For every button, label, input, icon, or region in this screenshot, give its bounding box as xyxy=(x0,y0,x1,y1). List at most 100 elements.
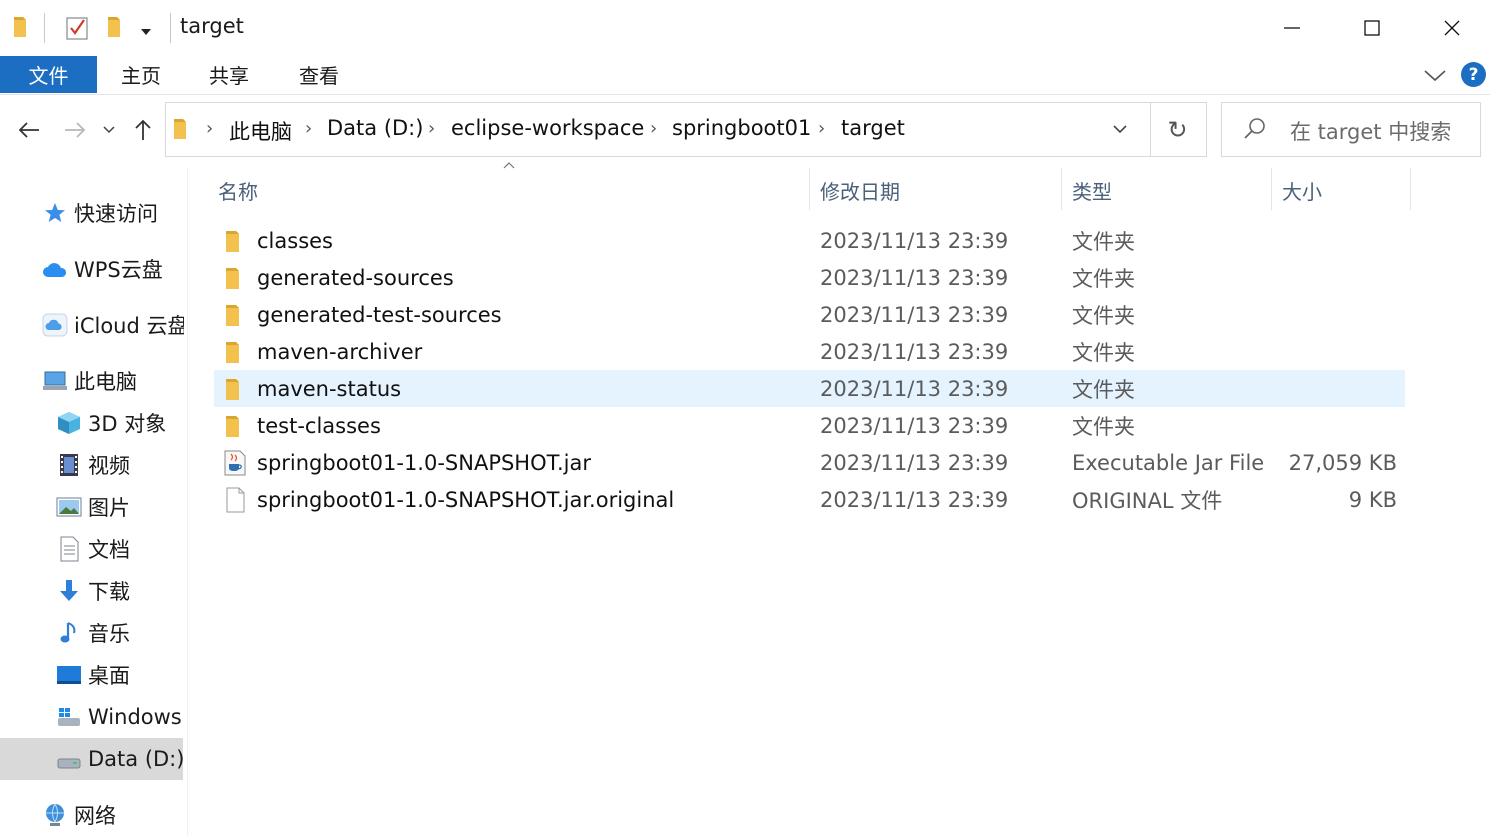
breadcrumb-data-drive[interactable]: Data (D:) xyxy=(327,116,423,140)
pane-divider[interactable] xyxy=(187,168,188,836)
file-row[interactable]: test-classes 2023/11/13 23:39 文件夹 xyxy=(214,407,1405,444)
film-icon xyxy=(60,454,78,476)
sidebar-item-label: Windows xyxy=(88,705,182,729)
column-header-type[interactable]: 类型 xyxy=(1072,170,1268,210)
close-icon xyxy=(1444,20,1460,36)
chevron-down-icon xyxy=(1113,125,1127,134)
sidebar-item-pictures[interactable]: 图片 xyxy=(56,487,130,527)
sidebar-item-label: iCloud 云盘 xyxy=(74,314,184,338)
maximize-button[interactable] xyxy=(1332,0,1412,56)
sidebar-item-label: 网络 xyxy=(74,804,116,828)
close-button[interactable] xyxy=(1412,0,1490,56)
file-type: ORIGINAL 文件 xyxy=(1072,488,1223,513)
sidebar-item-videos[interactable]: 视频 xyxy=(56,445,130,485)
column-divider[interactable] xyxy=(809,168,810,210)
breadcrumb-target[interactable]: target xyxy=(841,116,905,140)
folder-icon xyxy=(226,305,239,326)
breadcrumb-this-pc[interactable]: 此电脑 xyxy=(229,116,292,146)
column-divider[interactable] xyxy=(1271,168,1272,210)
file-size: 9 KB xyxy=(1348,487,1397,512)
sidebar-item-downloads[interactable]: 下载 xyxy=(56,571,130,611)
tab-share[interactable]: 共享 xyxy=(192,56,266,93)
address-bar[interactable] xyxy=(165,102,1151,157)
file-name: springboot01-1.0-SNAPSHOT.jar.original xyxy=(257,487,675,512)
file-row[interactable]: springboot01-1.0-SNAPSHOT.jar.original 2… xyxy=(214,481,1405,518)
expand-ribbon-chevron-icon[interactable] xyxy=(1422,64,1448,86)
breadcrumb-separator[interactable]: › xyxy=(305,118,312,139)
file-row[interactable]: maven-archiver 2023/11/13 23:39 文件夹 xyxy=(214,333,1405,370)
refresh-button[interactable]: ↻ xyxy=(1149,102,1207,157)
title-separator xyxy=(170,13,171,43)
search-placeholder: 在 target 中搜索 xyxy=(1290,120,1452,144)
file-name: generated-test-sources xyxy=(257,302,502,327)
search-icon xyxy=(1244,118,1265,139)
column-header-size[interactable]: 大小 xyxy=(1282,170,1408,210)
back-button[interactable] xyxy=(10,104,48,156)
sidebar-item-music[interactable]: 音乐 xyxy=(56,613,130,653)
star-icon xyxy=(45,203,65,222)
breadcrumb-separator[interactable]: › xyxy=(206,118,213,139)
tab-file[interactable]: 文件 xyxy=(0,56,97,93)
sidebar-item-label: 此电脑 xyxy=(74,370,137,394)
customize-toolbar-dropdown-icon[interactable] xyxy=(138,24,154,38)
properties-icon[interactable] xyxy=(64,14,90,42)
file-name: maven-archiver xyxy=(257,339,423,364)
breadcrumb-eclipse-workspace[interactable]: eclipse-workspace xyxy=(451,116,644,140)
file-type: 文件夹 xyxy=(1072,229,1135,254)
sidebar-item-label: Data (D:) xyxy=(88,747,185,771)
sidebar-item-data-drive[interactable]: Data (D:) xyxy=(56,739,184,779)
forward-button[interactable] xyxy=(56,104,94,156)
folder-icon[interactable] xyxy=(10,14,34,40)
file-date: 2023/11/13 23:39 xyxy=(820,228,1009,253)
sidebar-item-icloud[interactable]: iCloud 云盘 xyxy=(42,305,184,345)
sidebar-item-label: 下载 xyxy=(88,580,130,604)
file-name: classes xyxy=(257,228,333,253)
file-row[interactable]: classes 2023/11/13 23:39 文件夹 xyxy=(214,222,1405,259)
file-type: 文件夹 xyxy=(1072,266,1135,291)
sidebar-item-documents[interactable]: 文档 xyxy=(56,529,130,569)
breadcrumb-separator[interactable]: › xyxy=(818,118,825,139)
sidebar-item-wps-cloud[interactable]: WPS云盘 xyxy=(42,249,163,289)
recent-locations-button[interactable] xyxy=(98,104,120,156)
up-button[interactable] xyxy=(126,104,160,156)
tab-view[interactable]: 查看 xyxy=(282,56,356,93)
address-history-dropdown[interactable] xyxy=(1106,116,1134,142)
file-date: 2023/11/13 23:39 xyxy=(820,487,1009,512)
breadcrumb-separator[interactable]: › xyxy=(650,118,657,139)
file-date: 2023/11/13 23:39 xyxy=(820,413,1009,438)
file-row[interactable]: generated-test-sources 2023/11/13 23:39 … xyxy=(214,296,1405,333)
folder-icon xyxy=(226,268,239,289)
file-icon xyxy=(226,487,245,513)
tab-home[interactable]: 主页 xyxy=(104,56,178,93)
help-button[interactable]: ? xyxy=(1461,62,1486,87)
file-row-hovered[interactable]: maven-status 2023/11/13 23:39 文件夹 xyxy=(214,370,1405,407)
cloud-icon xyxy=(43,263,67,277)
chevron-down-icon xyxy=(103,126,115,134)
file-date: 2023/11/13 23:39 xyxy=(820,265,1009,290)
breadcrumb-springboot01[interactable]: springboot01 xyxy=(672,116,811,140)
column-divider[interactable] xyxy=(1061,168,1062,210)
folder-icon xyxy=(174,119,186,139)
file-name: generated-sources xyxy=(257,265,454,290)
sidebar-item-desktop[interactable]: 桌面 xyxy=(56,655,130,695)
sidebar-item-network[interactable]: 网络 xyxy=(42,795,116,835)
new-folder-icon[interactable] xyxy=(104,14,128,40)
sidebar-item-windows-drive[interactable]: Windows xyxy=(56,697,184,737)
minimize-button[interactable] xyxy=(1252,0,1332,56)
download-icon xyxy=(60,580,78,601)
file-row[interactable]: springboot01-1.0-SNAPSHOT.jar 2023/11/13… xyxy=(214,444,1405,481)
java-jar-icon xyxy=(224,450,246,476)
sidebar-item-this-pc[interactable]: 此电脑 xyxy=(42,361,137,401)
sidebar-item-quick-access[interactable]: 快速访问 xyxy=(42,193,158,233)
file-date: 2023/11/13 23:39 xyxy=(820,450,1009,475)
column-header-date[interactable]: 修改日期 xyxy=(820,170,1058,210)
column-header-name[interactable]: 名称 xyxy=(218,170,806,210)
file-row[interactable]: generated-sources 2023/11/13 23:39 文件夹 xyxy=(214,259,1405,296)
sidebar-item-3d-objects[interactable]: 3D 对象 xyxy=(56,403,166,443)
column-divider[interactable] xyxy=(1410,168,1411,210)
file-date: 2023/11/13 23:39 xyxy=(820,376,1009,401)
sidebar-item-label: 音乐 xyxy=(88,622,130,646)
breadcrumb-separator[interactable]: › xyxy=(428,118,435,139)
file-type: Executable Jar File xyxy=(1072,450,1265,475)
refresh-icon: ↻ xyxy=(1167,115,1188,144)
